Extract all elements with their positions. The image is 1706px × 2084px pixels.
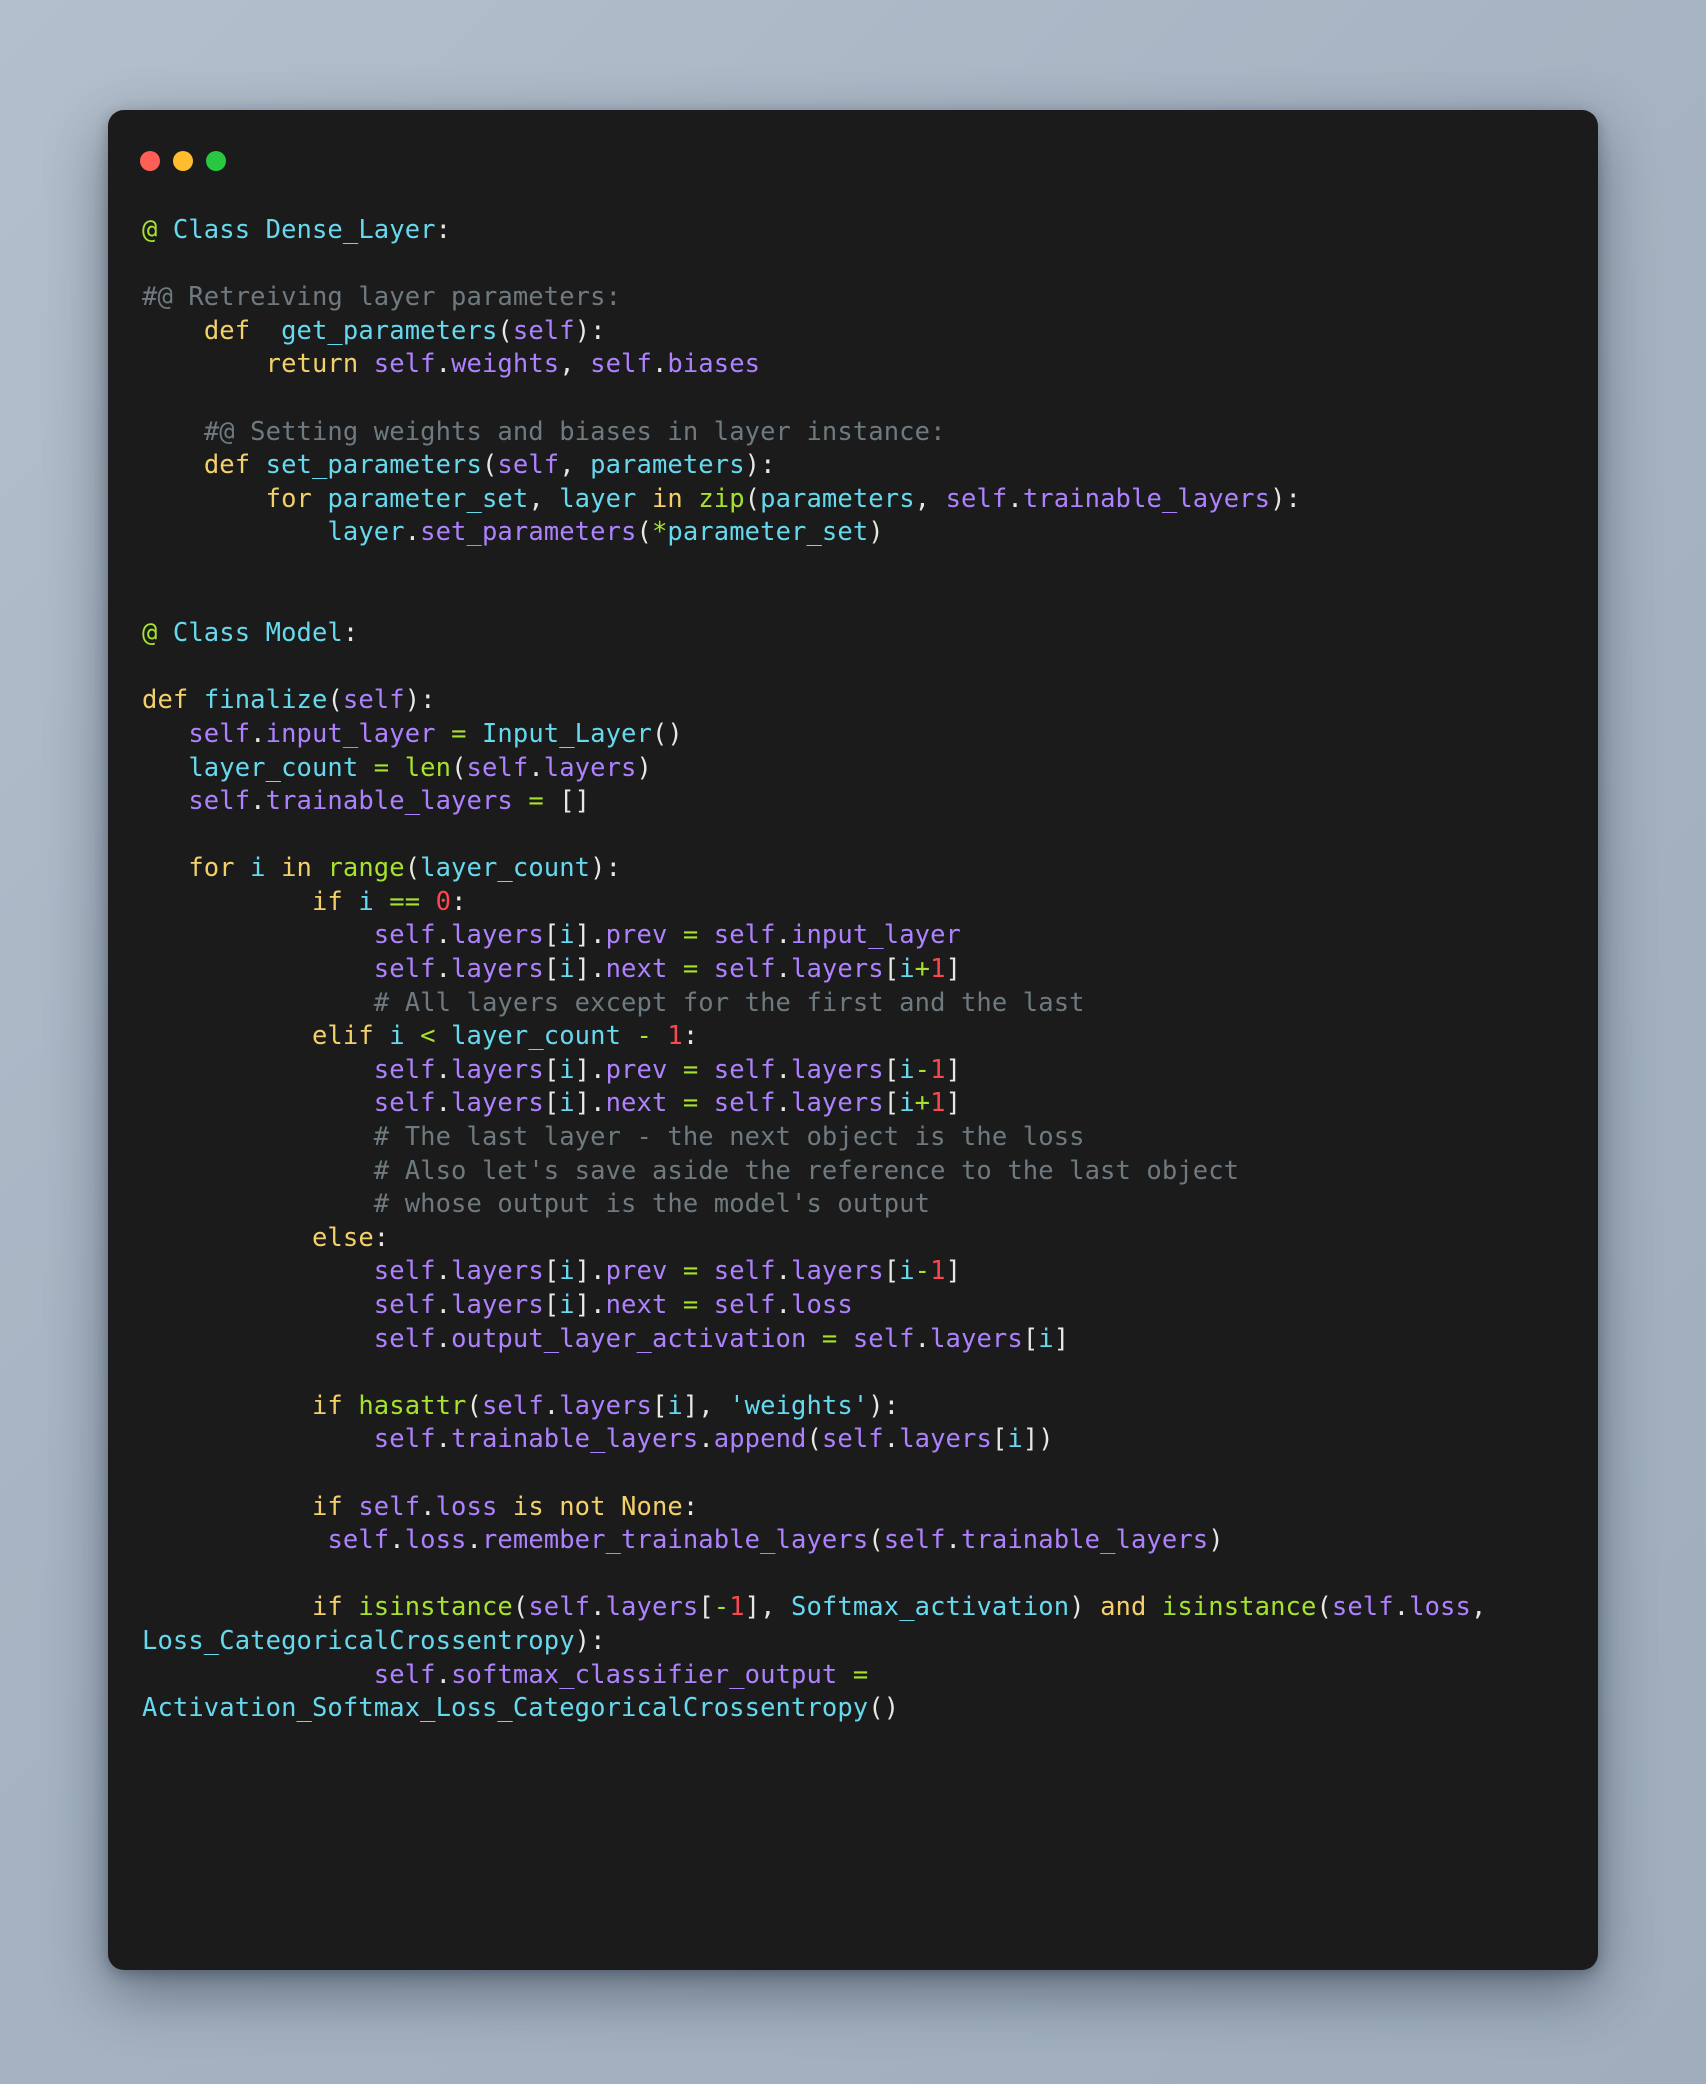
window-title-bar [108, 140, 1598, 182]
minimize-window-button[interactable] [173, 151, 193, 171]
code-editor-area[interactable]: @ Class Dense_Layer: #@ Retreiving layer… [108, 182, 1598, 1756]
close-window-button[interactable] [140, 151, 160, 171]
code-content: @ Class Dense_Layer: #@ Retreiving layer… [142, 215, 1487, 1724]
screenshot-stage: @ Class Dense_Layer: #@ Retreiving layer… [0, 0, 1706, 2084]
python-code-block[interactable]: @ Class Dense_Layer: #@ Retreiving layer… [142, 214, 1564, 1726]
code-window: @ Class Dense_Layer: #@ Retreiving layer… [108, 110, 1598, 1970]
maximize-window-button[interactable] [206, 151, 226, 171]
